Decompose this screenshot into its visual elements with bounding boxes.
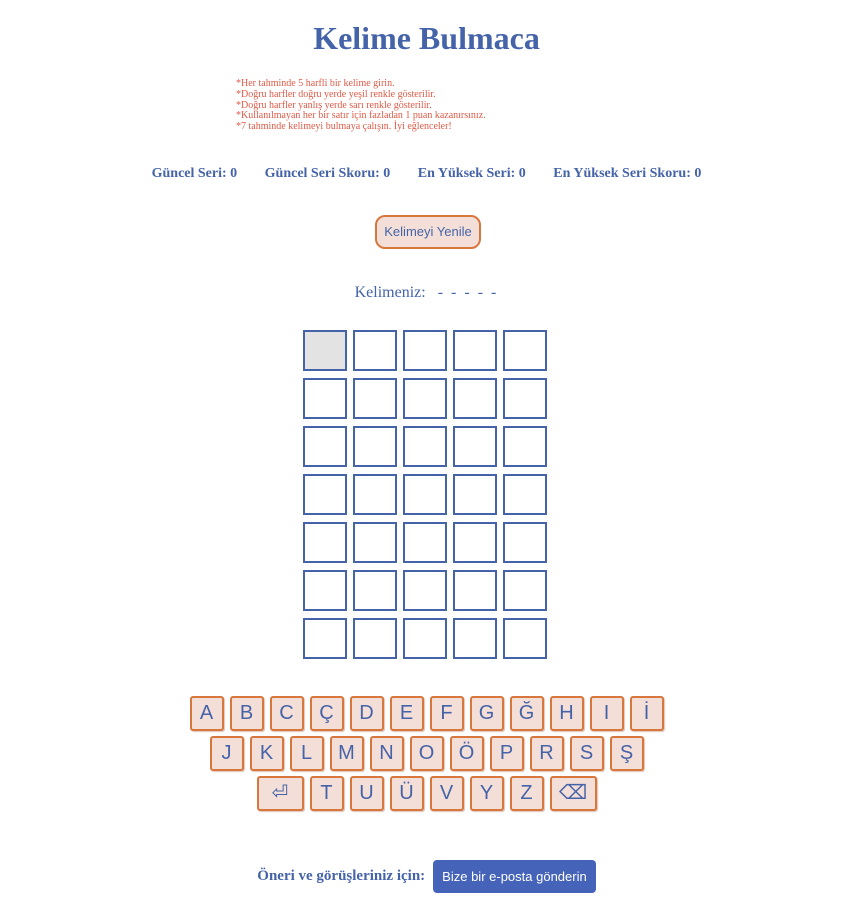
letter-cell[interactable]	[403, 570, 447, 611]
letter-cell[interactable]	[353, 378, 397, 419]
key-R[interactable]: R	[529, 736, 564, 771]
key-A[interactable]: A	[189, 696, 224, 731]
current-streak: Güncel Seri: 0	[151, 166, 238, 181]
rule-item: *Doğru harfler doğru yerde yeşil renkle …	[236, 88, 436, 100]
letter-cell[interactable]	[453, 570, 497, 611]
letter-cell[interactable]	[503, 426, 547, 467]
letter-cell[interactable]	[303, 378, 347, 419]
grid-row	[303, 474, 553, 522]
key-U[interactable]: U	[349, 776, 384, 811]
grid-row	[303, 330, 553, 378]
key-Z[interactable]: Z	[509, 776, 544, 811]
backspace-key-icon[interactable]: ⌫	[549, 776, 597, 811]
letter-cell[interactable]	[303, 570, 347, 611]
keyboard-row: ABCÇDEFGĞHIİ	[0, 696, 853, 736]
letter-cell[interactable]	[353, 570, 397, 611]
key-C[interactable]: C	[269, 696, 304, 731]
letter-cell[interactable]	[453, 522, 497, 563]
key-T[interactable]: T	[309, 776, 344, 811]
letter-cell[interactable]	[303, 330, 347, 371]
letter-cell[interactable]	[353, 426, 397, 467]
key-S[interactable]: S	[569, 736, 604, 771]
grid-row	[303, 522, 553, 570]
key-I[interactable]: I	[589, 696, 624, 731]
key-O[interactable]: O	[409, 736, 444, 771]
letter-cell[interactable]	[303, 522, 347, 563]
key-L[interactable]: L	[289, 736, 324, 771]
key-E[interactable]: E	[389, 696, 424, 731]
key-Ğ[interactable]: Ğ	[509, 696, 544, 731]
letter-cell[interactable]	[353, 618, 397, 659]
feedback-footer: Öneri ve görüşleriniz için: Bize bir e-p…	[0, 860, 853, 893]
rule-item: *7 tahminde kelimeyi bulmaya çalışın. İy…	[236, 121, 452, 133]
key-N[interactable]: N	[369, 736, 404, 771]
letter-cell[interactable]	[453, 426, 497, 467]
current-streak-score: Güncel Seri Skoru: 0	[264, 166, 391, 181]
letter-cell[interactable]	[453, 618, 497, 659]
letter-cell[interactable]	[303, 618, 347, 659]
letter-cell[interactable]	[303, 426, 347, 467]
key-Ş[interactable]: Ş	[609, 736, 644, 771]
letter-cell[interactable]	[353, 330, 397, 371]
keyboard-row: JKLMNOÖPRSŞ	[0, 736, 853, 776]
key-Ç[interactable]: Ç	[309, 696, 344, 731]
letter-cell[interactable]	[453, 330, 497, 371]
on-screen-keyboard: ABCÇDEFGĞHIİ JKLMNOÖPRSŞ ⏎ T U Ü V Y Z ⌫	[0, 696, 853, 816]
letter-cell[interactable]	[453, 378, 497, 419]
key-M[interactable]: M	[329, 736, 364, 771]
key-İ[interactable]: İ	[629, 696, 664, 731]
best-streak: En Yüksek Seri: 0	[417, 166, 526, 181]
letter-cell[interactable]	[403, 522, 447, 563]
grid-row	[303, 618, 553, 666]
letter-cell[interactable]	[503, 618, 547, 659]
enter-key-icon[interactable]: ⏎	[256, 776, 304, 811]
key-B[interactable]: B	[229, 696, 264, 731]
keyboard-row: ⏎ T U Ü V Y Z ⌫	[0, 776, 853, 816]
letter-cell[interactable]	[403, 378, 447, 419]
key-Ö[interactable]: Ö	[449, 736, 484, 771]
key-G[interactable]: G	[469, 696, 504, 731]
letter-cell[interactable]	[303, 474, 347, 515]
guess-grid	[303, 330, 553, 666]
key-Y[interactable]: Y	[469, 776, 504, 811]
key-K[interactable]: K	[249, 736, 284, 771]
feedback-label: Öneri ve görüşleriniz için:	[257, 868, 426, 884]
refresh-word-button[interactable]: Kelimeyi Yenile	[375, 215, 481, 249]
send-email-button[interactable]: Bize bir e-posta gönderin	[433, 860, 596, 893]
letter-cell[interactable]	[503, 474, 547, 515]
letter-cell[interactable]	[503, 522, 547, 563]
letter-cell[interactable]	[503, 330, 547, 371]
grid-row	[303, 426, 553, 474]
letter-cell[interactable]	[403, 426, 447, 467]
key-F[interactable]: F	[429, 696, 464, 731]
word-display: Kelimeniz: - - - - -	[0, 284, 853, 302]
grid-row	[303, 570, 553, 618]
page-title: Kelime Bulmaca	[313, 20, 540, 56]
letter-cell[interactable]	[503, 570, 547, 611]
key-P[interactable]: P	[489, 736, 524, 771]
letter-cell[interactable]	[453, 474, 497, 515]
letter-cell[interactable]	[403, 618, 447, 659]
word-label: Kelimeniz:	[354, 284, 426, 301]
rules-list: *Her tahminde 5 harfli bir kelime girin.…	[236, 78, 486, 133]
key-J[interactable]: J	[209, 736, 244, 771]
letter-cell[interactable]	[403, 330, 447, 371]
best-streak-score: En Yüksek Seri Skoru: 0	[553, 166, 702, 181]
key-D[interactable]: D	[349, 696, 384, 731]
letter-cell[interactable]	[503, 378, 547, 419]
letter-cell[interactable]	[403, 474, 447, 515]
key-V[interactable]: V	[429, 776, 464, 811]
grid-row	[303, 378, 553, 426]
letter-cell[interactable]	[353, 474, 397, 515]
key-H[interactable]: H	[549, 696, 584, 731]
stats-bar: Güncel Seri: 0 Güncel Seri Skoru: 0 En Y…	[0, 166, 853, 182]
word-mask: - - - - -	[437, 284, 499, 301]
key-Ü[interactable]: Ü	[389, 776, 424, 811]
letter-cell[interactable]	[353, 522, 397, 563]
